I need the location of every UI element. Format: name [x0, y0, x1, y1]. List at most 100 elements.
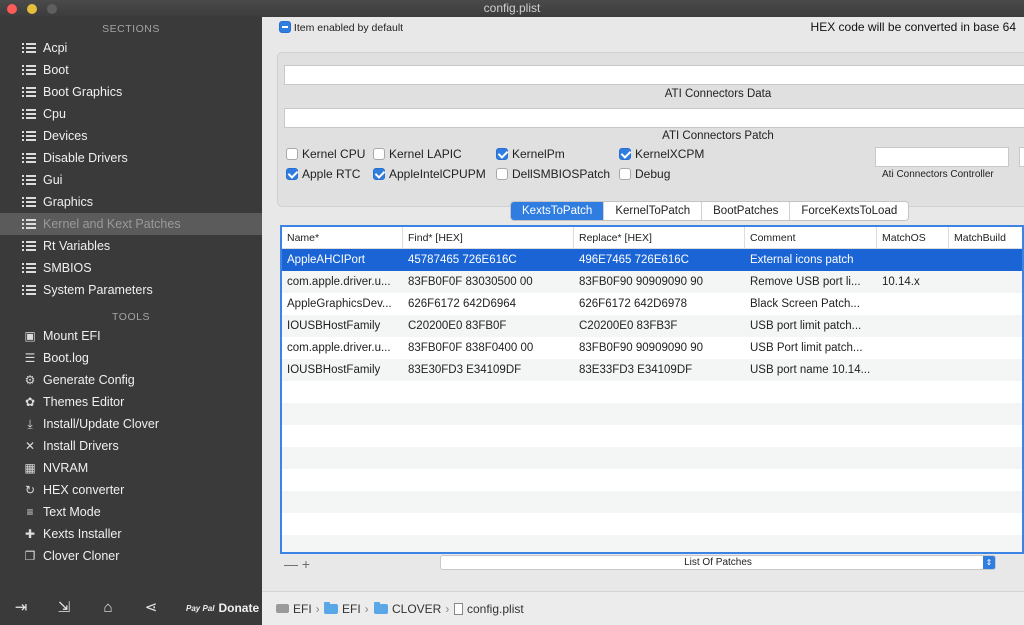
sidebar-item-cpu[interactable]: Cpu	[0, 103, 262, 125]
cell-comment: USB Port limit patch...	[750, 342, 863, 354]
sidebar-item-label: Kernel and Kext Patches	[43, 217, 181, 231]
table-row[interactable]: AppleGraphicsDev... 626F6172 642D6964 626F…	[282, 293, 1022, 315]
option-kernel-cpu[interactable]: Kernel CPU	[286, 147, 365, 161]
patches-table[interactable]: Name* Find* [HEX] Replace* [HEX] Comment Mat…	[280, 225, 1024, 554]
tool-item-nvram[interactable]: ▦ NVRAM	[0, 457, 262, 479]
option-checkbox[interactable]	[619, 168, 631, 180]
tool-item-hex-converter[interactable]: ↻ HEX converter	[0, 479, 262, 501]
option-checkbox[interactable]	[286, 168, 298, 180]
tab-kerneltopatch[interactable]: KernelToPatch	[604, 202, 703, 220]
list-icon	[22, 131, 36, 141]
sidebar-item-graphics[interactable]: Graphics	[0, 191, 262, 213]
sidebar-item-label: System Parameters	[43, 283, 153, 297]
item-enabled-row[interactable]: Item enabled by default	[279, 21, 403, 34]
minimize-window-button[interactable]	[27, 4, 37, 14]
ati-connectors-controller-field[interactable]	[875, 147, 1009, 167]
extra-field[interactable]	[1019, 147, 1024, 167]
column-header[interactable]: Replace* [HEX]	[574, 227, 745, 249]
tab-forcekextstoload[interactable]: ForceKextsToLoad	[790, 202, 909, 220]
home-icon[interactable]: ⌂	[99, 599, 117, 617]
sidebar: SECTIONS Acpi Boot Boot Graphics Cpu Devices…	[0, 17, 262, 625]
table-row[interactable]: IOUSBHostFamily C20200E0 83FB0F C20200E0 8…	[282, 315, 1022, 337]
tool-item-mount-efi[interactable]: ▣ Mount EFI	[0, 325, 262, 347]
option-kernel-lapic[interactable]: Kernel LAPIC	[373, 147, 462, 161]
option-checkbox[interactable]	[496, 168, 508, 180]
sidebar-item-label: Rt Variables	[43, 239, 111, 253]
path-item-2[interactable]: CLOVER ›	[374, 602, 453, 616]
share-icon[interactable]: ⋖	[142, 599, 160, 617]
option-label: KernelPm	[512, 147, 565, 161]
kernel-options-panel: ATI Connectors Data ATI Connectors Patch…	[277, 52, 1024, 207]
option-checkbox[interactable]	[619, 148, 631, 160]
sidebar-item-boot-graphics[interactable]: Boot Graphics	[0, 81, 262, 103]
tool-item-kexts-installer[interactable]: ✚ Kexts Installer	[0, 523, 262, 545]
palette-icon: ✿	[24, 395, 36, 409]
option-appleintelcpupm[interactable]: AppleIntelCPUPM	[373, 167, 486, 181]
option-checkbox[interactable]	[496, 148, 508, 160]
column-header[interactable]: Name*	[282, 227, 403, 249]
table-row[interactable]: com.apple.driver.u... 83FB0F0F 838F0400 0…	[282, 337, 1022, 359]
tool-item-generate-config[interactable]: ⚙ Generate Config	[0, 369, 262, 391]
import-icon[interactable]: ⇥	[12, 599, 30, 617]
option-label: Kernel CPU	[302, 147, 366, 161]
path-item-3[interactable]: config.plist	[454, 602, 524, 616]
table-row[interactable]: IOUSBHostFamily 83E30FD3 E34109DF 83E33FD3…	[282, 359, 1022, 381]
sidebar-item-system-parameters[interactable]: System Parameters	[0, 279, 262, 301]
list-icon	[22, 175, 36, 185]
option-apple-rtc[interactable]: Apple RTC	[286, 167, 360, 181]
tab-kextstopatch[interactable]: KextsToPatch	[511, 202, 605, 220]
column-header[interactable]: Comment	[745, 227, 877, 249]
column-header[interactable]: MatchBuild	[949, 227, 1022, 249]
list-icon	[22, 263, 36, 273]
sections-heading: SECTIONS	[102, 23, 160, 35]
path-label: EFI	[342, 602, 361, 616]
option-checkbox[interactable]	[286, 148, 298, 160]
donate-button[interactable]: Pay Pal Donate	[186, 599, 259, 617]
item-enabled-checkbox[interactable]	[279, 21, 291, 33]
tool-item-install-drivers[interactable]: ✕ Install Drivers	[0, 435, 262, 457]
sidebar-item-smbios[interactable]: SMBIOS	[0, 257, 262, 279]
sidebar-item-boot[interactable]: Boot	[0, 59, 262, 81]
ati-connectors-data-field[interactable]	[284, 65, 1024, 85]
close-window-button[interactable]	[7, 4, 17, 14]
sidebar-item-label: Cpu	[43, 107, 66, 121]
column-header[interactable]: MatchOS	[877, 227, 949, 249]
sidebar-item-disable-drivers[interactable]: Disable Drivers	[0, 147, 262, 169]
chevron-updown-icon: ⇕	[983, 556, 995, 569]
option-label: Kernel LAPIC	[389, 147, 462, 161]
option-debug[interactable]: Debug	[619, 167, 670, 181]
list-icon	[22, 197, 36, 207]
tool-item-clover-cloner[interactable]: ❐ Clover Cloner	[0, 545, 262, 567]
option-kernelxcpm[interactable]: KernelXCPM	[619, 147, 704, 161]
sidebar-item-acpi[interactable]: Acpi	[0, 37, 262, 59]
add-remove-controls[interactable]: — +	[284, 556, 310, 572]
gears-icon: ⚙	[24, 373, 36, 387]
cell-matchbuild	[949, 271, 1022, 293]
export-icon[interactable]: ⇲	[55, 599, 73, 617]
option-dellsmbiospatch[interactable]: DellSMBIOSPatch	[496, 167, 610, 181]
folder-icon	[324, 602, 338, 614]
sidebar-item-gui[interactable]: Gui	[0, 169, 262, 191]
cell-name: com.apple.driver.u...	[287, 276, 391, 288]
table-row-empty	[282, 535, 1022, 552]
tool-item-install-update-clover[interactable]: ⤓ Install/Update Clover	[0, 413, 262, 435]
path-item-1[interactable]: EFI ›	[324, 602, 373, 616]
sidebar-item-kernel-and-kext-patches[interactable]: Kernel and Kext Patches	[0, 213, 262, 235]
table-row[interactable]: com.apple.driver.u... 83FB0F0F 83030500 0…	[282, 271, 1022, 293]
tool-item-themes-editor[interactable]: ✿ Themes Editor	[0, 391, 262, 413]
path-item-0[interactable]: EFI ›	[276, 602, 324, 616]
option-checkbox[interactable]	[373, 168, 385, 180]
ati-connectors-patch-field[interactable]	[284, 108, 1024, 128]
tool-item-boot-log[interactable]: ☰ Boot.log	[0, 347, 262, 369]
column-header[interactable]: Find* [HEX]	[403, 227, 574, 249]
option-checkbox[interactable]	[373, 148, 385, 160]
sidebar-item-devices[interactable]: Devices	[0, 125, 262, 147]
zoom-window-button[interactable]	[47, 4, 57, 14]
tab-bootpatches[interactable]: BootPatches	[702, 202, 791, 220]
list-of-patches-select[interactable]: List Of Patches ⇕	[440, 555, 996, 570]
tool-item-text-mode[interactable]: ≡ Text Mode	[0, 501, 262, 523]
table-row[interactable]: AppleAHCIPort 45787465 726E616C 496E7465 7…	[282, 249, 1022, 271]
option-kernelpm[interactable]: KernelPm	[496, 147, 565, 161]
cell-find: 83E30FD3 E34109DF	[408, 364, 522, 376]
sidebar-item-rt-variables[interactable]: Rt Variables	[0, 235, 262, 257]
